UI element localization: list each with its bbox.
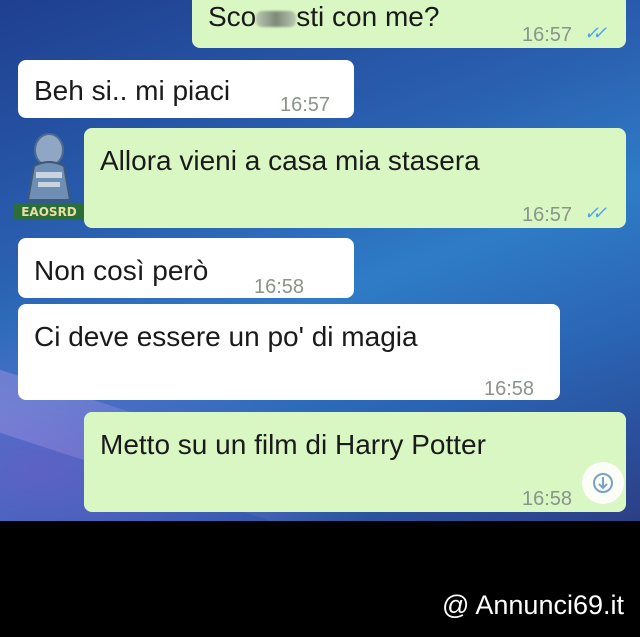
scroll-down-icon	[593, 473, 613, 493]
avatar-figure-icon	[26, 133, 72, 201]
message-time: 16:58	[254, 276, 305, 298]
avatar-label: EAOSRD	[14, 204, 84, 220]
message-text: Ci deve essere un po' di magia	[34, 321, 418, 352]
message-text: Metto su un film di Harry Potter	[100, 429, 486, 460]
message-bubble-incoming[interactable]: Non così però 16:58	[18, 238, 354, 298]
message-text: Sco sti con me?	[208, 1, 440, 32]
censored-blur	[256, 10, 297, 27]
message-bubble-outgoing[interactable]: Metto su un film di Harry Potter 16:58	[84, 412, 626, 512]
double-check-icon: ✓✓	[584, 203, 607, 223]
message-bubble-outgoing[interactable]: Sco sti con me? 16:57 ✓✓	[192, 0, 626, 48]
avatar: EAOSRD	[14, 130, 84, 220]
message-time: 16:58	[522, 488, 573, 510]
message-bubble-outgoing[interactable]: Allora vieni a casa mia stasera 16:57 ✓✓	[84, 128, 626, 228]
message-text: Allora vieni a casa mia stasera	[100, 145, 480, 176]
watermark: @ Annunci69.it	[441, 590, 624, 620]
message-text: Non così però	[34, 255, 209, 286]
message-time: 16:58	[484, 378, 535, 400]
message-bubble-incoming[interactable]: Ci deve essere un po' di magia 16:58	[18, 304, 560, 400]
scroll-down-button[interactable]	[582, 462, 624, 504]
message-text: Beh si.. mi piaci	[34, 75, 231, 106]
message-time: 16:57	[280, 94, 331, 116]
message-time: 16:57	[522, 24, 573, 46]
chat-area[interactable]: Sco sti con me? 16:57 ✓✓ Beh si.. mi piac…	[0, 0, 640, 521]
message-time: 16:57	[522, 204, 573, 226]
message-bubble-incoming[interactable]: Beh si.. mi piaci 16:57	[18, 60, 354, 118]
double-check-icon: ✓✓	[584, 23, 607, 43]
